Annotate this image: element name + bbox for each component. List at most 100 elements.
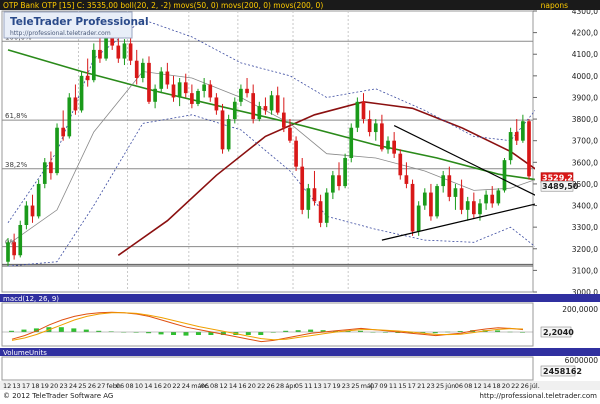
candle-body-9 [61, 127, 66, 137]
x-tick-label: 20 [502, 382, 510, 390]
x-tick-label: 06 [455, 382, 463, 390]
chart-window: 100,0%61,8%38,2%0%3000,03100,03200,03300… [0, 0, 600, 400]
x-tick-label: 13 [12, 382, 20, 390]
logo-name: TeleTrader Professional [10, 16, 149, 28]
volume-last-value: 2458162 [543, 367, 582, 376]
x-tick-label: 20 [163, 382, 171, 390]
candle-body-85 [527, 121, 531, 177]
x-tick-label: 08 [125, 382, 133, 390]
x-tick-label: 22 [257, 382, 265, 390]
candle-body-35 [220, 110, 225, 150]
candle-body-84 [521, 121, 525, 141]
x-axis: 12 13 17 18 19 20 23 24 25 26 27 febr.06 08 10 14 16 20 2… [0, 381, 600, 390]
x-tick-label: 20 [248, 382, 256, 390]
macd-histogram-bar-12 [158, 332, 164, 335]
x-tick-label: 17 [408, 382, 416, 390]
candle-body-30 [190, 93, 194, 104]
candle-body-60 [373, 123, 378, 133]
candle-body-20 [128, 43, 133, 61]
candle-body-56 [349, 127, 354, 158]
candle-body-22 [141, 62, 145, 79]
macd-histogram-bar-14 [183, 332, 189, 336]
chart-header-title: OTP Bank OTP [15] C: 3535,00 boll(20, 2,… [3, 1, 323, 10]
macd-histogram-bar-24 [308, 329, 314, 332]
candle-body-82 [508, 132, 513, 161]
x-tick-label: 26 [267, 382, 275, 390]
x-tick-label: 06 [201, 382, 209, 390]
x-tick-label: júl. [529, 382, 540, 390]
x-tick-label: 14 [483, 382, 491, 390]
volume-header-bar [0, 348, 600, 356]
candle-body-73 [453, 188, 458, 197]
x-tick-label: 11 [304, 382, 312, 390]
x-tick-label: 19 [41, 382, 49, 390]
candle-body-8 [55, 127, 59, 174]
stock-chart-canvas[interactable]: 100,0%61,8%38,2%0%3000,03100,03200,03300… [0, 0, 600, 400]
candle-body-11 [73, 97, 78, 111]
candle-body-13 [85, 75, 90, 81]
x-tick-label: 23 [426, 382, 434, 390]
candle-body-66 [410, 183, 415, 232]
candle-body-61 [380, 123, 384, 150]
candle-body-40 [251, 93, 256, 120]
candle-body-32 [202, 84, 206, 91]
macd-panel: macd(12, 26, 9) 200,0000 2,2040 [0, 294, 600, 347]
candle-body-26 [165, 71, 170, 85]
candle-body-62 [386, 140, 390, 150]
x-tick-label: 24 [182, 382, 190, 390]
candle-body-36 [226, 119, 231, 150]
price-tick-label: 3600,0 [572, 158, 598, 167]
price-tick-label: 3700,0 [572, 137, 598, 146]
footer: © 2012 TeleTrader Software AG http://prof… [0, 390, 600, 400]
x-tick-label: 25 [436, 382, 444, 390]
candle-body-34 [214, 97, 219, 111]
x-tick-label: 12 [474, 382, 482, 390]
x-tick-label: 05 [295, 382, 303, 390]
candle-body-50 [312, 188, 317, 202]
candle-body-49 [306, 188, 311, 210]
macd-header-bar [0, 294, 600, 302]
candle-body-5 [36, 183, 41, 217]
candle-body-6 [42, 162, 47, 184]
candle-body-54 [337, 175, 341, 187]
macd-histogram-bar-19 [245, 332, 251, 335]
x-tick-label: 22 [172, 382, 180, 390]
x-tick-label: 12 [219, 382, 227, 390]
x-tick-label: 25 [351, 382, 359, 390]
x-tick-label: 16 [238, 382, 246, 390]
x-tick-label: 25 [78, 382, 86, 390]
period-label: napons [541, 1, 568, 10]
volume-panel: VolumeUnits 6000000 2458162 [0, 348, 600, 381]
candle-body-48 [300, 166, 305, 210]
candle-body-28 [177, 82, 182, 98]
volume-plot-area [1, 356, 534, 381]
footer-url: http://professional.teletrader.com [480, 392, 598, 400]
candle-body-3 [24, 205, 29, 225]
candle-body-65 [404, 175, 409, 184]
price-tick-label: 4100,0 [572, 50, 598, 59]
x-tick-label: 23 [59, 382, 67, 390]
candle-body-14 [91, 49, 96, 81]
macd-histogram-bar-1 [21, 329, 27, 332]
x-tick-label: 26 [88, 382, 96, 390]
candle-body-24 [153, 88, 157, 102]
candle-body-69 [429, 192, 433, 217]
candle-body-70 [435, 186, 439, 217]
candle-body-75 [465, 201, 470, 210]
x-tick-label: 21 [417, 382, 425, 390]
x-tick-label: 27 [97, 382, 105, 390]
x-tick-label: 13 [314, 382, 322, 390]
x-tick-label: 15 [398, 382, 406, 390]
x-tick-label: 22 [511, 382, 519, 390]
candle-body-42 [263, 106, 268, 111]
x-tick-label: 12 [3, 382, 11, 390]
macd-histogram-bar-5 [71, 328, 77, 332]
price-tick-label: 3900,0 [572, 93, 598, 102]
candle-body-57 [355, 101, 360, 128]
candle-body-19 [122, 43, 127, 59]
candle-body-2 [18, 224, 23, 256]
price-tick-label: 3100,0 [572, 266, 598, 275]
price-tick-label: 4200,0 [572, 29, 598, 38]
x-tick-label: 06 [116, 382, 124, 390]
candle-body-1 [12, 242, 16, 256]
